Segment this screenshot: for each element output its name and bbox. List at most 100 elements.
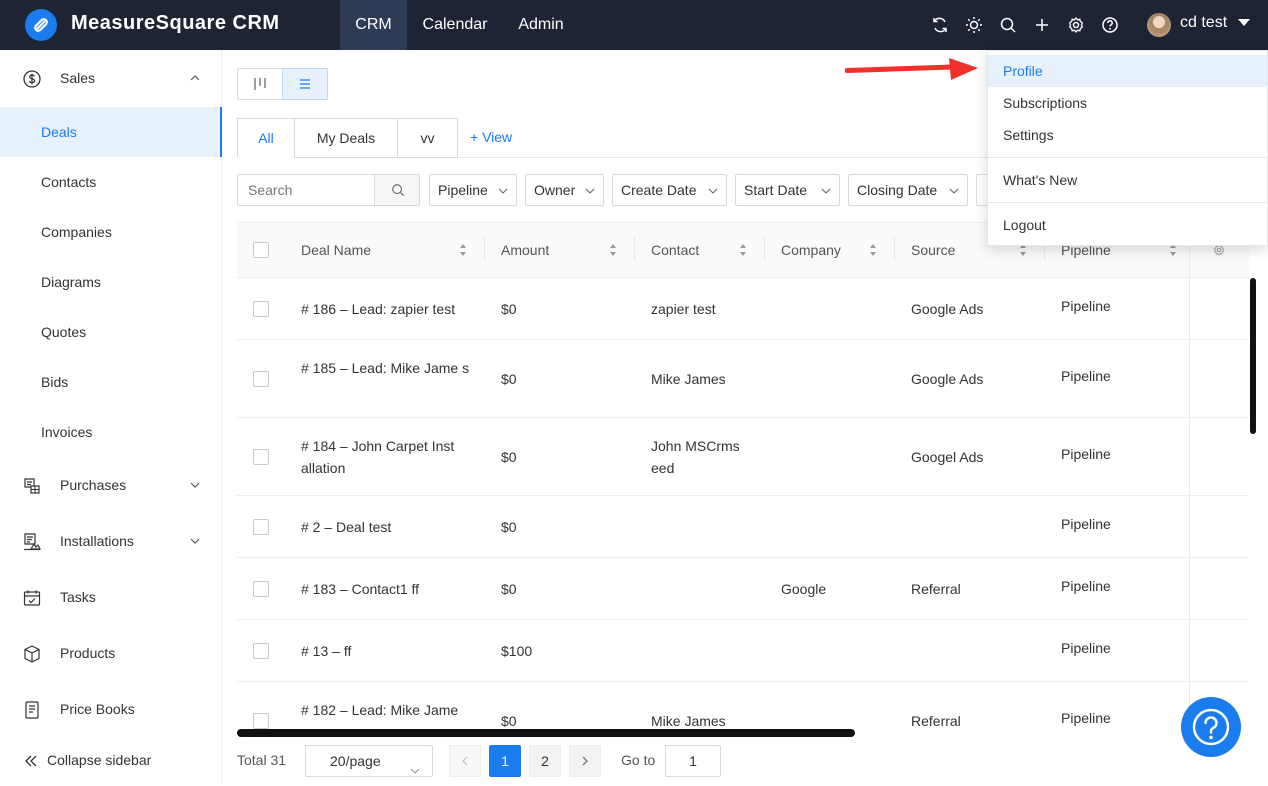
column-header-source[interactable]: Source <box>911 242 955 258</box>
gear-icon[interactable] <box>1066 15 1086 35</box>
column-divider <box>894 237 895 261</box>
installations-icon <box>22 532 42 552</box>
sidebar-label-purchases: Purchases <box>60 477 127 493</box>
sidebar-item-price-books[interactable]: Price Books <box>0 681 222 737</box>
horizontal-scrollbar[interactable] <box>237 729 855 737</box>
nav-calendar[interactable]: Calendar <box>409 0 501 50</box>
select-all-checkbox[interactable] <box>253 242 269 258</box>
pipeline-cell: Pipeline <box>1061 640 1111 656</box>
help-icon[interactable] <box>1100 15 1120 35</box>
list-view-button[interactable] <box>282 68 328 100</box>
sort-icon[interactable] <box>739 243 747 257</box>
deal-name-cell[interactable]: # 2 – Deal test <box>301 516 476 538</box>
page-2-button[interactable]: 2 <box>529 745 561 777</box>
create-date-filter-label: Create Date <box>621 182 697 198</box>
sidebar-item-deals[interactable]: Deals <box>0 107 222 157</box>
amount-cell: $0 <box>501 519 517 535</box>
column-header-amount[interactable]: Amount <box>501 242 549 258</box>
deal-name-cell[interactable]: # 185 – Lead: Mike Jame s <box>301 357 476 379</box>
column-divider <box>484 237 485 261</box>
sidebar-group-installations[interactable]: Installations <box>0 513 222 569</box>
deal-name-cell[interactable]: # 182 – Lead: Mike Jame <box>301 699 476 721</box>
sidebar-item-products[interactable]: Products <box>0 625 222 681</box>
owner-filter-label: Owner <box>534 182 576 198</box>
sidebar-item-invoices[interactable]: Invoices <box>0 407 222 457</box>
row-checkbox[interactable] <box>253 581 269 597</box>
owner-filter[interactable]: Owner <box>525 174 604 206</box>
next-page-button[interactable] <box>569 745 601 777</box>
row-checkbox[interactable] <box>253 449 269 465</box>
theme-sun-icon[interactable] <box>964 15 984 35</box>
start-date-filter[interactable]: Start Date <box>735 174 840 206</box>
menu-item-whats-new[interactable]: What's New <box>988 164 1267 196</box>
sidebar-item-companies[interactable]: Companies <box>0 207 222 257</box>
nav-admin[interactable]: Admin <box>505 0 577 50</box>
menu-item-logout[interactable]: Logout <box>988 209 1267 241</box>
sidebar-item-quotes[interactable]: Quotes <box>0 307 222 357</box>
sidebar-group-purchases[interactable]: Purchases <box>0 457 222 513</box>
page-size-select[interactable]: 20/page <box>305 745 433 777</box>
source-cell: Referral <box>911 581 961 597</box>
prev-page-button[interactable] <box>449 745 481 777</box>
sidebar-item-diagrams[interactable]: Diagrams <box>0 257 222 307</box>
row-checkbox[interactable] <box>253 643 269 659</box>
sidebar-group-sales[interactable]: Sales <box>0 50 222 106</box>
app-logo[interactable] <box>25 9 57 41</box>
user-name[interactable]: cd test <box>1180 14 1227 32</box>
collapse-sidebar-button[interactable]: Collapse sidebar <box>0 737 222 781</box>
deal-name-cell[interactable]: # 184 – John Carpet Inst allation <box>301 435 476 479</box>
chevron-down-icon <box>708 186 718 196</box>
add-view-button[interactable]: + View <box>470 129 512 145</box>
search-input[interactable] <box>237 174 375 206</box>
goto-page-input[interactable]: 1 <box>665 745 721 777</box>
sidebar-item-contacts[interactable]: Contacts <box>0 157 222 207</box>
tab-my-deals[interactable]: My Deals <box>294 118 398 158</box>
sidebar-label-tasks: Tasks <box>60 589 96 605</box>
table-row[interactable]: # 182 – Lead: Mike Jame $0 Mike James Re… <box>237 682 1249 732</box>
closing-date-filter[interactable]: Closing Date <box>848 174 968 206</box>
kanban-view-button[interactable] <box>237 68 283 100</box>
add-icon[interactable] <box>1032 15 1052 35</box>
company-cell[interactable]: Google <box>781 578 826 600</box>
contact-cell[interactable]: John MSCrms eed <box>651 435 751 479</box>
search-icon <box>392 184 405 197</box>
source-cell: Googel Ads <box>911 449 984 465</box>
sort-icon[interactable] <box>609 243 617 257</box>
refresh-icon[interactable] <box>930 15 950 35</box>
pipeline-filter[interactable]: Pipeline <box>429 174 517 206</box>
column-divider <box>764 237 765 261</box>
menu-item-profile[interactable]: Profile <box>988 55 1267 87</box>
column-divider <box>634 237 635 261</box>
create-date-filter[interactable]: Create Date <box>612 174 727 206</box>
menu-item-settings[interactable]: Settings <box>988 119 1267 151</box>
row-checkbox[interactable] <box>253 371 269 387</box>
app-brand[interactable]: MeasureSquare CRM <box>71 12 280 35</box>
nav-crm[interactable]: CRM <box>340 0 407 50</box>
column-header-deal-name[interactable]: Deal Name <box>301 242 371 258</box>
tab-all[interactable]: All <box>237 118 295 158</box>
help-button[interactable] <box>1181 697 1241 757</box>
row-checkbox[interactable] <box>253 301 269 317</box>
caret-down-icon[interactable] <box>1238 19 1250 26</box>
column-header-company[interactable]: Company <box>781 242 841 258</box>
row-checkbox[interactable] <box>253 519 269 535</box>
sidebar-item-bids[interactable]: Bids <box>0 357 222 407</box>
column-header-contact[interactable]: Contact <box>651 242 699 258</box>
chevron-down-icon <box>949 186 959 196</box>
row-checkbox[interactable] <box>253 713 269 729</box>
menu-item-subscriptions[interactable]: Subscriptions <box>988 87 1267 119</box>
contact-cell[interactable]: Mike James <box>651 368 751 390</box>
page-1-button[interactable]: 1 <box>489 745 521 777</box>
deal-name-cell[interactable]: # 183 – Contact1 ff <box>301 578 476 600</box>
sidebar-item-tasks[interactable]: Tasks <box>0 569 222 625</box>
sort-icon[interactable] <box>459 243 467 257</box>
sort-icon[interactable] <box>869 243 877 257</box>
deal-name-cell[interactable]: # 186 – Lead: zapier test <box>301 298 476 320</box>
deal-name-cell[interactable]: # 13 – ff <box>301 640 476 662</box>
contact-cell[interactable]: zapier test <box>651 298 751 320</box>
tab-vv[interactable]: vv <box>397 118 458 158</box>
vertical-scrollbar[interactable] <box>1250 278 1256 434</box>
search-button[interactable] <box>374 174 420 206</box>
avatar[interactable] <box>1147 13 1171 37</box>
search-icon[interactable] <box>998 15 1018 35</box>
